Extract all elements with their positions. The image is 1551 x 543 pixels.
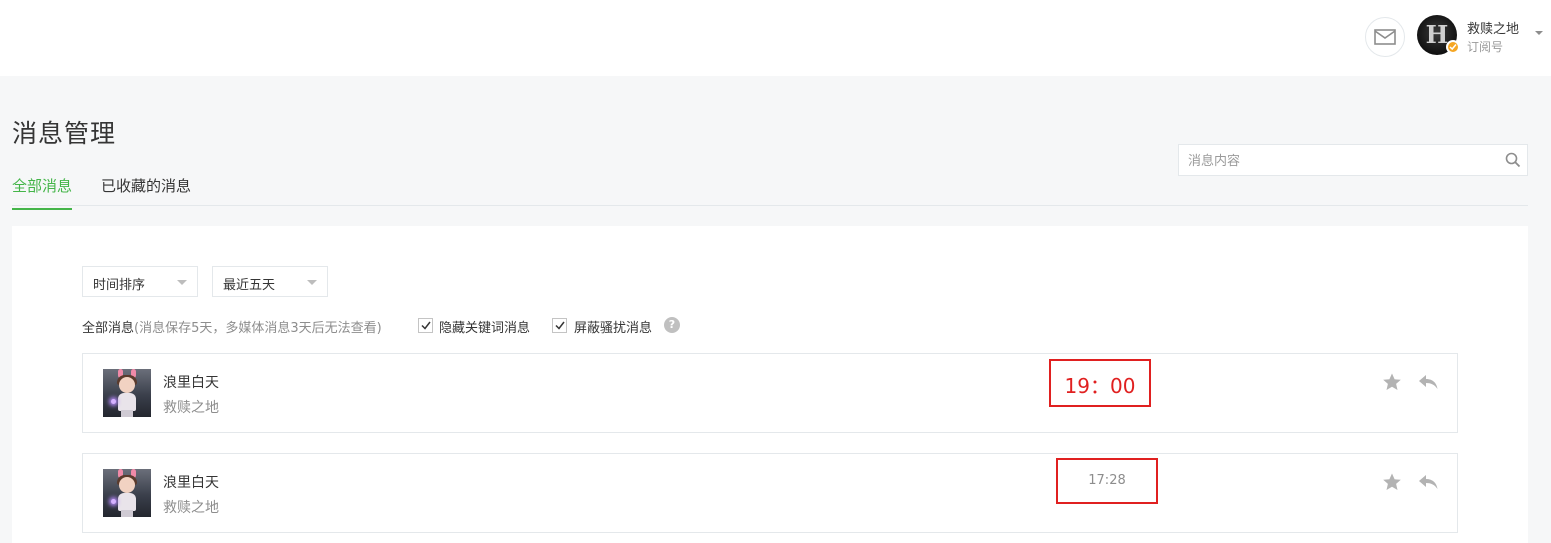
filter-note: (消息保存5天，多媒体消息3天后无法查看) [134,321,382,336]
filter-title: 全部消息 [82,321,135,336]
account-avatar[interactable]: H [1417,15,1460,55]
message-content: 救赎之地 [163,500,219,516]
chevron-down-icon [177,280,187,285]
filter-row: 全部消息(消息保存5天，多媒体消息3天后无法查看) 隐藏关键词消息 屏蔽骚扰消息… [82,317,680,336]
hide-keyword-checkbox[interactable] [418,318,433,333]
mail-icon [1374,29,1396,45]
tab-starred-messages[interactable]: 已收藏的消息 [101,175,191,208]
top-bar: H 救赎之地 订阅号 [0,0,1551,76]
message-time: 17:28 [1088,473,1126,488]
sort-select-value: 时间排序 [93,278,146,293]
date-range-select[interactable]: 最近五天 [212,266,328,297]
verified-badge [1446,40,1460,54]
message-content: 救赎之地 [163,400,219,416]
tab-all-messages[interactable]: 全部消息 [12,175,73,210]
search-icon[interactable] [1505,152,1521,168]
chevron-down-icon [307,280,317,285]
check-icon [421,321,431,330]
sender-nickname[interactable]: 浪里白天 [163,472,219,492]
block-spam-checkbox[interactable] [552,318,567,333]
help-icon[interactable]: ? [664,317,680,333]
sender-avatar[interactable] [103,369,151,417]
page-title: 消息管理 [12,119,117,148]
search-input[interactable] [1188,151,1498,171]
reply-icon[interactable] [1417,473,1439,491]
message-time: 19：00 [1064,374,1136,398]
star-icon[interactable] [1382,472,1402,492]
sort-select[interactable]: 时间排序 [82,266,198,297]
block-spam-label[interactable]: 屏蔽骚扰消息 [574,317,652,336]
account-type: 订阅号 [1467,40,1504,54]
date-range-select-value: 最近五天 [223,278,276,293]
hide-keyword-label[interactable]: 隐藏关键词消息 [439,317,530,336]
star-icon[interactable] [1382,372,1402,392]
sender-nickname[interactable]: 浪里白天 [163,372,219,392]
message-item[interactable]: 浪里白天 救赎之地 19：00 [82,353,1458,433]
message-item[interactable]: 浪里白天 救赎之地 17:28 [82,453,1458,533]
verified-icon [1449,44,1457,51]
account-name[interactable]: 救赎之地 [1467,18,1519,37]
sender-avatar[interactable] [103,469,151,517]
mail-button[interactable] [1365,17,1405,57]
check-icon [555,321,565,330]
time-highlight-box: 19：00 [1049,359,1151,407]
search-box [1178,144,1528,176]
time-highlight-box: 17:28 [1056,458,1158,504]
reply-icon[interactable] [1417,373,1439,391]
caret-down-icon[interactable] [1535,31,1543,35]
